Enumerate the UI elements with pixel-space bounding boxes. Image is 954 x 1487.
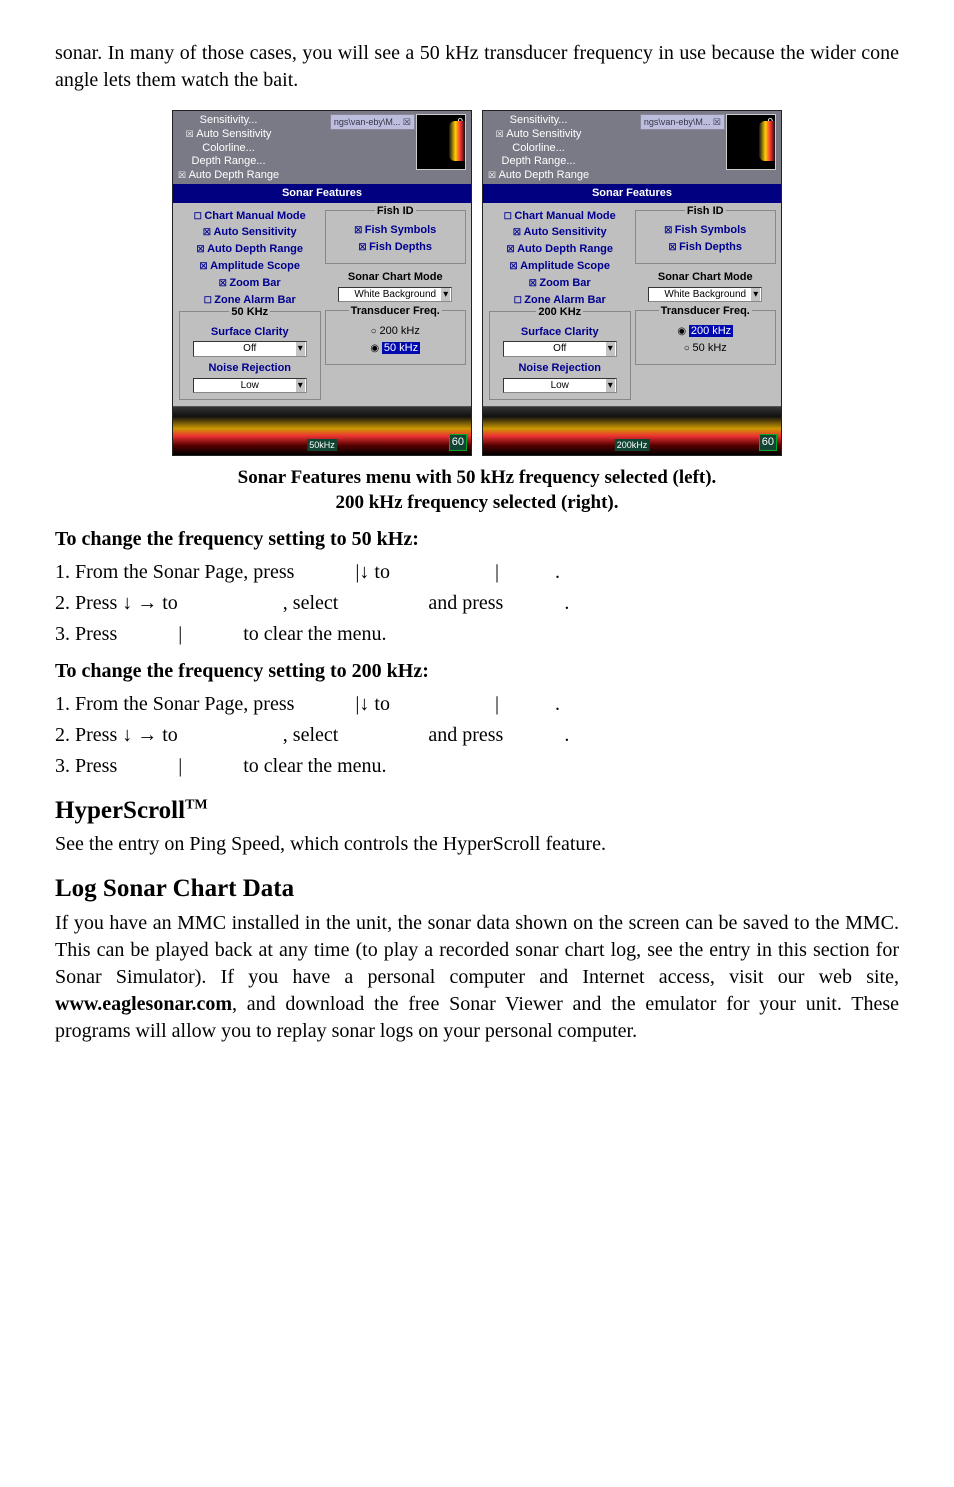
fish-id-title: Fish ID [375,204,416,219]
surface-clarity-dd[interactable]: Off [503,341,617,357]
log-heading: Log Sonar Chart Data [55,872,899,906]
heading-200: To change the frequency setting to 200 k… [55,658,899,685]
chart-mode-title: Sonar Chart Mode [635,270,777,285]
sonar-thumb: 0 [726,114,776,170]
menu-sensitivity: Sensitivity... [488,114,589,128]
transducer-group: Transducer Freq. 200 kHz 50 kHz [325,310,467,365]
hyperscroll-heading: HyperScrollTM [55,794,899,828]
depth-label: 60 [759,434,777,451]
trans-title: Transducer Freq. [659,304,752,319]
hyperscroll-text: See the entry on Ping Speed, which contr… [55,831,899,858]
noise-rejection-dd[interactable]: Low [193,378,307,394]
opt-zoom-bar[interactable]: Zoom Bar [489,276,631,291]
surface-clarity-label: Surface Clarity [494,325,626,340]
depth-label: 60 [449,434,467,451]
sonar-strip: 200kHz 60 [483,406,781,455]
fish-symbols[interactable]: Fish Symbols [330,223,462,238]
radio-50[interactable]: 50 kHz [330,341,462,356]
steps-200: 1. From the Sonar Page, press |↓ to |. 2… [55,691,899,780]
freq-label: 200kHz [615,439,650,451]
noise-rejection-label: Noise Rejection [184,361,316,376]
khz-group-title: 50 KHz [229,305,270,320]
surface-clarity-dd[interactable]: Off [193,341,307,357]
fish-depths[interactable]: Fish Depths [640,240,772,255]
opt-auto-sens[interactable]: Auto Sensitivity [489,225,631,240]
radio-50[interactable]: 50 kHz [640,341,772,356]
chart-mode-dd[interactable]: White Background [338,287,452,303]
screenshot-left: Sensitivity... Auto Sensitivity Colorlin… [172,110,472,456]
menu-auto-depth-range: Auto Depth Range [178,169,279,183]
khz-group: 50 KHz Surface Clarity Off Noise Rejecti… [179,311,321,401]
url: www.eaglesonar.com [55,993,232,1015]
transducer-group: Transducer Freq. 200 kHz 50 kHz [635,310,777,365]
figure-caption: Sonar Features menu with 50 kHz frequenc… [55,466,899,515]
opt-chart-manual[interactable]: Chart Manual Mode [489,209,631,224]
path-tag: ngs\van-eby\M... ☒ [330,114,415,130]
radio-200[interactable]: 200 kHz [640,324,772,339]
menu-auto-sensitivity: Auto Sensitivity [178,128,279,142]
noise-rejection-label: Noise Rejection [494,361,626,376]
surface-clarity-label: Surface Clarity [184,325,316,340]
menu-sensitivity: Sensitivity... [178,114,279,128]
freq-label: 50kHz [307,439,337,451]
heading-50: To change the frequency setting to 50 kH… [55,526,899,553]
opt-auto-depth[interactable]: Auto Depth Range [179,242,321,257]
fish-id-group: Fish ID Fish Symbols Fish Depths [635,210,777,265]
log-text: If you have an MMC installed in the unit… [55,910,899,1045]
menu-auto-sensitivity: Auto Sensitivity [488,128,589,142]
intro-paragraph: sonar. In many of those cases, you will … [55,40,899,94]
noise-rejection-dd[interactable]: Low [503,378,617,394]
fish-id-group: Fish ID Fish Symbols Fish Depths [325,210,467,265]
khz-group: 200 KHz Surface Clarity Off Noise Reject… [489,311,631,401]
fish-depths[interactable]: Fish Depths [330,240,462,255]
chart-mode-title: Sonar Chart Mode [325,270,467,285]
khz-group-title: 200 KHz [536,305,583,320]
fish-symbols[interactable]: Fish Symbols [640,223,772,238]
menu-depth-range: Depth Range... [178,155,279,169]
sonar-thumb: 0 [416,114,466,170]
menu-auto-depth-range: Auto Depth Range [488,169,589,183]
path-tag: ngs\van-eby\M... ☒ [640,114,725,130]
steps-50: 1. From the Sonar Page, press |↓ to |. 2… [55,559,899,648]
radio-200[interactable]: 200 kHz [330,324,462,339]
screenshot-right: Sensitivity... Auto Sensitivity Colorlin… [482,110,782,456]
fish-id-title: Fish ID [685,204,726,219]
menu-depth-range: Depth Range... [488,155,589,169]
opt-amplitude[interactable]: Amplitude Scope [489,259,631,274]
trans-title: Transducer Freq. [349,304,442,319]
dialog-title: Sonar Features [173,184,471,203]
opt-chart-manual[interactable]: Chart Manual Mode [179,209,321,224]
chart-mode-dd[interactable]: White Background [648,287,762,303]
dialog-title: Sonar Features [483,184,781,203]
opt-amplitude[interactable]: Amplitude Scope [179,259,321,274]
sonar-strip: 50kHz 60 [173,406,471,455]
figure: Sensitivity... Auto Sensitivity Colorlin… [55,104,899,456]
menu-colorline: Colorline... [178,142,279,156]
opt-auto-sens[interactable]: Auto Sensitivity [179,225,321,240]
opt-zoom-bar[interactable]: Zoom Bar [179,276,321,291]
opt-auto-depth[interactable]: Auto Depth Range [489,242,631,257]
menu-colorline: Colorline... [488,142,589,156]
